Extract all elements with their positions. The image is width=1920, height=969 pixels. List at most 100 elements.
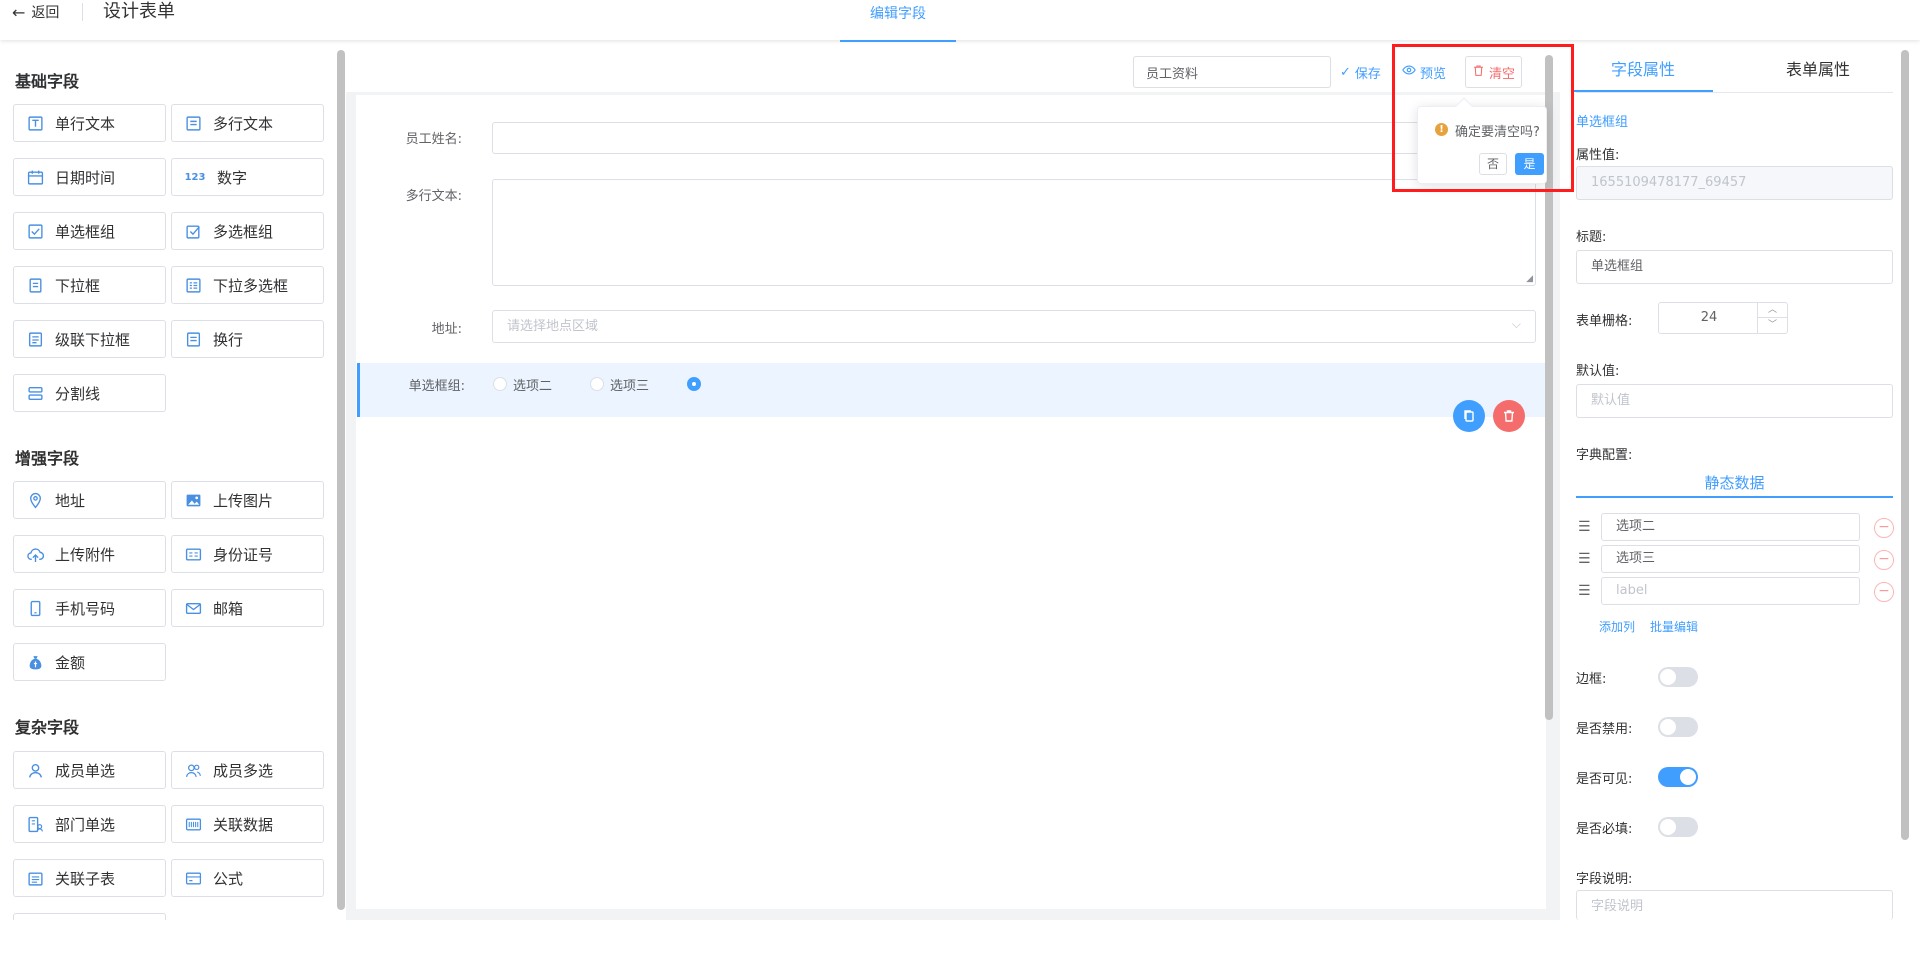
address-select[interactable]: 请选择地点区域 ⌵ — [492, 310, 1536, 343]
header-divider — [82, 3, 83, 21]
field-divider[interactable]: 分割线 — [13, 374, 166, 412]
title-input[interactable]: 单选框组 — [1576, 250, 1893, 284]
radio-option-3[interactable] — [687, 377, 701, 391]
field-amount[interactable]: 金额 — [13, 643, 166, 681]
remove-option-button[interactable]: − — [1874, 550, 1894, 570]
right-scrollbar[interactable] — [1901, 50, 1909, 840]
arrow-left-icon: ← — [12, 2, 26, 22]
field-line-break[interactable]: 换行 — [171, 320, 324, 358]
field-upload-attachment[interactable]: 上传附件 — [13, 535, 166, 573]
add-column-link[interactable]: 添加列 — [1599, 618, 1635, 635]
field-type-label: 单选框组 — [1576, 115, 1629, 130]
top-header: ← 返回 设计表单 编辑字段 — [0, 0, 1920, 42]
field-address[interactable]: 地址 — [13, 481, 166, 519]
form-name-input[interactable] — [1133, 56, 1331, 88]
required-switch[interactable] — [1658, 817, 1698, 837]
field-multi-text[interactable]: 多行文本 — [171, 104, 324, 142]
field-upload-image[interactable]: 上传图片 — [171, 481, 324, 519]
location-icon — [26, 491, 44, 509]
field-more-partial[interactable] — [13, 913, 166, 920]
delete-field-button[interactable] — [1493, 400, 1525, 432]
field-desc-input[interactable]: 字段说明 — [1576, 890, 1893, 920]
page-title: 设计表单 — [103, 1, 175, 22]
option-input[interactable]: label — [1601, 577, 1860, 605]
batch-edit-link[interactable]: 批量编辑 — [1650, 618, 1698, 635]
confirm-yes-button[interactable]: 是 — [1515, 153, 1544, 175]
grid-value: 24 — [1700, 310, 1718, 325]
sub-table-icon — [26, 869, 44, 887]
address-label: 地址: — [431, 322, 462, 337]
radio-option-2[interactable] — [590, 377, 604, 391]
required-label: 是否必填: — [1576, 822, 1633, 837]
field-member-multi[interactable]: 成员多选 — [171, 751, 324, 789]
save-button[interactable]: ✓ 保存 — [1340, 56, 1381, 88]
group-title-basic: 基础字段 — [15, 72, 80, 91]
tabs-divider — [1576, 92, 1893, 93]
employee-name-label: 员工姓名: — [405, 132, 462, 147]
field-number[interactable]: 123 数字 — [171, 158, 324, 196]
visible-switch[interactable] — [1658, 767, 1698, 787]
disabled-switch[interactable] — [1658, 717, 1698, 737]
warning-icon: ! — [1435, 123, 1448, 136]
image-icon — [184, 491, 202, 509]
drag-handle-icon[interactable]: ☰ — [1578, 551, 1591, 567]
field-datetime[interactable]: 日期时间 — [13, 158, 166, 196]
field-multi-select[interactable]: 下拉多选框 — [171, 266, 324, 304]
money-bag-icon — [26, 653, 44, 671]
department-icon — [26, 815, 44, 833]
radio-option-1[interactable] — [493, 377, 507, 391]
increase-icon[interactable]: ︿ — [1757, 303, 1787, 318]
radio-group-label: 单选框组: — [408, 379, 465, 394]
field-member-single[interactable]: 成员单选 — [13, 751, 166, 789]
drag-handle-icon[interactable]: ☰ — [1578, 583, 1591, 599]
group-title-enhanced: 增强字段 — [15, 449, 80, 468]
field-sub-table[interactable]: 关联子表 — [13, 859, 166, 897]
divider-icon — [26, 384, 44, 402]
tab-field-properties[interactable]: 字段属性 — [1573, 56, 1713, 92]
field-department-single[interactable]: 部门单选 — [13, 805, 166, 843]
users-icon — [184, 761, 202, 779]
decrease-icon[interactable]: ﹀ — [1757, 318, 1787, 333]
remove-option-button[interactable]: − — [1874, 518, 1894, 538]
textarea-label: 多行文本: — [405, 189, 462, 204]
tab-edit-fields[interactable]: 编辑字段 — [840, 0, 956, 42]
grid-label: 表单栅格: — [1576, 314, 1633, 329]
remove-option-button[interactable]: − — [1874, 582, 1894, 602]
prop-value-label: 属性值: — [1576, 148, 1620, 163]
tab-static-data[interactable]: 静态数据 — [1576, 468, 1893, 498]
field-formula[interactable]: 公式 — [171, 859, 324, 897]
field-id-number[interactable]: 身份证号 — [171, 535, 324, 573]
textarea-icon — [184, 114, 202, 132]
clear-button[interactable]: 清空 — [1465, 56, 1523, 88]
employee-name-input[interactable] — [492, 122, 1536, 154]
border-label: 边框: — [1576, 672, 1607, 687]
chevron-down-icon: ⌵ — [1511, 317, 1521, 331]
field-checkbox-group[interactable]: 多选框组 — [171, 212, 324, 250]
field-select[interactable]: 下拉框 — [13, 266, 166, 304]
copy-field-button[interactable] — [1453, 400, 1485, 432]
option-input[interactable]: 选项三 — [1601, 545, 1860, 573]
back-button[interactable]: ← 返回 — [12, 0, 59, 24]
option-input[interactable]: 选项二 — [1601, 513, 1860, 541]
drag-handle-icon[interactable]: ☰ — [1578, 519, 1591, 535]
field-related-data[interactable]: 关联数据 — [171, 805, 324, 843]
option-row: ☰ 选项三 − — [1576, 545, 1906, 573]
left-scrollbar[interactable] — [337, 50, 345, 910]
preview-button[interactable]: 预览 — [1402, 56, 1446, 88]
confirm-no-button[interactable]: 否 — [1479, 153, 1507, 175]
default-value-input[interactable]: 默认值 — [1576, 384, 1893, 418]
border-switch[interactable] — [1658, 667, 1698, 687]
field-single-text[interactable]: 单行文本 — [13, 104, 166, 142]
field-cascader[interactable]: 级联下拉框 — [13, 320, 166, 358]
id-card-icon — [184, 545, 202, 563]
field-email[interactable]: 邮箱 — [171, 589, 324, 627]
selected-field-radio-group[interactable]: 单选框组: 选项二 选项三 — [357, 363, 1545, 417]
grid-number-input[interactable]: 24 ︿ ﹀ — [1658, 302, 1788, 334]
tab-form-properties[interactable]: 表单属性 — [1748, 56, 1888, 92]
field-phone[interactable]: 手机号码 — [13, 589, 166, 627]
trash-icon — [1504, 410, 1514, 422]
resize-handle-icon[interactable]: ◢ — [1526, 274, 1533, 284]
multi-text-textarea[interactable]: ◢ — [492, 179, 1536, 286]
field-radio-group[interactable]: 单选框组 — [13, 212, 166, 250]
dict-config-label: 字典配置: — [1576, 448, 1633, 463]
